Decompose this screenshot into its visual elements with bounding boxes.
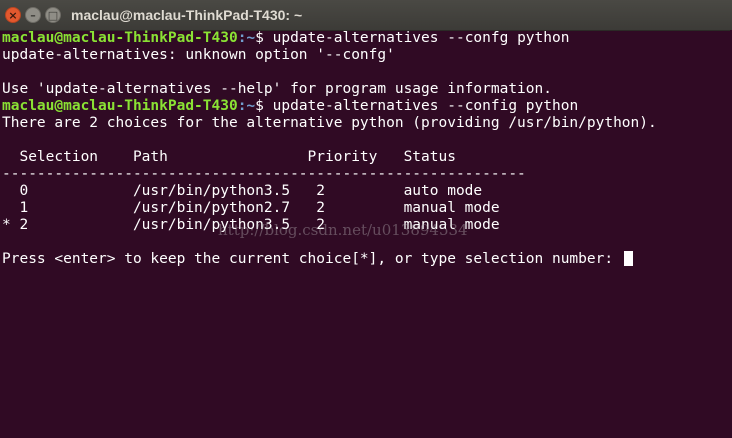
terminal-output[interactable]: maclau@maclau-ThinkPad-T430:~$ update-al… [2, 30, 732, 438]
output-text: ----------------------------------------… [2, 166, 526, 182]
command-text: update-alternatives --confg python [263, 30, 570, 46]
output-text: There are 2 choices for the alternative … [2, 115, 657, 131]
output-text: Selection Path Priority Status [2, 149, 456, 165]
output-line: 0 /usr/bin/python3.5 2 auto mode [2, 183, 732, 200]
output-line: Selection Path Priority Status [2, 149, 732, 166]
text-cursor[interactable] [623, 251, 633, 266]
prompt-line: maclau@maclau-ThinkPad-T430:~$ update-al… [2, 98, 732, 115]
prompt-line: maclau@maclau-ThinkPad-T430:~$ update-al… [2, 30, 732, 47]
output-line: ----------------------------------------… [2, 166, 732, 183]
prompt-symbol: $ [255, 98, 264, 114]
prompt-user: maclau@maclau-ThinkPad-T430 [2, 98, 238, 114]
output-text: update-alternatives: unknown option '--c… [2, 47, 395, 63]
minimize-button[interactable]: – [25, 7, 41, 23]
output-line: update-alternatives: unknown option '--c… [2, 47, 732, 64]
output-text: * 2 /usr/bin/python3.5 2 manual mode [2, 217, 500, 233]
output-text: 1 /usr/bin/python2.7 2 manual mode [2, 200, 500, 216]
output-line: Use 'update-alternatives --help' for pro… [2, 81, 732, 98]
output-text: Use 'update-alternatives --help' for pro… [2, 81, 552, 97]
output-text: 0 /usr/bin/python3.5 2 auto mode [2, 183, 483, 199]
close-button[interactable]: × [5, 7, 21, 23]
output-line: 1 /usr/bin/python2.7 2 manual mode [2, 200, 732, 217]
prompt-user: maclau@maclau-ThinkPad-T430 [2, 30, 238, 46]
prompt-path: :~ [237, 30, 256, 46]
title-bar[interactable]: × – □ maclau@maclau-ThinkPad-T430: ~ [0, 0, 732, 31]
prompt-symbol: $ [255, 30, 264, 46]
output-line: There are 2 choices for the alternative … [2, 115, 732, 132]
prompt-path: :~ [237, 98, 256, 114]
command-text: update-alternatives --config python [263, 98, 579, 114]
input-prompt-text: Press <enter> to keep the current choice… [2, 251, 622, 267]
maximize-button[interactable]: □ [45, 7, 61, 23]
window-title: maclau@maclau-ThinkPad-T430: ~ [71, 7, 303, 23]
output-line: * 2 /usr/bin/python3.5 2 manual mode [2, 217, 732, 234]
input-prompt-line: Press <enter> to keep the current choice… [2, 251, 732, 268]
terminal-window: × – □ maclau@maclau-ThinkPad-T430: ~ mac… [0, 0, 732, 438]
